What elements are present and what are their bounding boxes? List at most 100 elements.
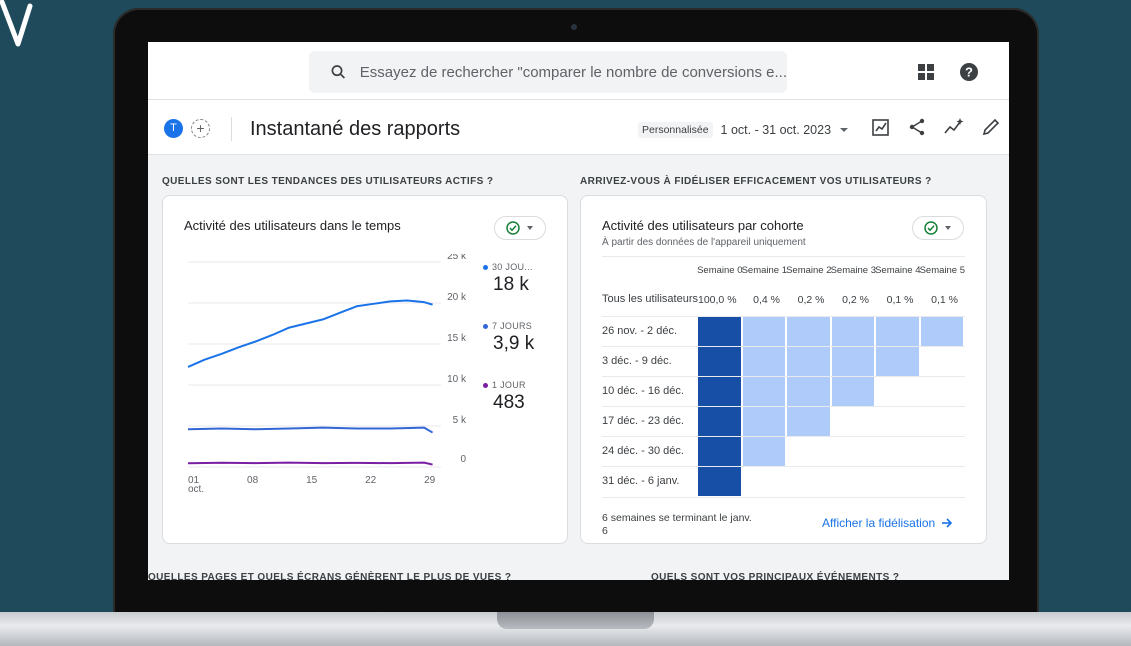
cohort-row-label: 31 déc. - 6 janv. [602,475,680,487]
legend-label: 1 JOUR [492,380,526,390]
cohort-cell[interactable] [787,407,830,436]
page-title: Instantané des rapports [250,118,461,140]
cohort-column-header: Semaine 5 [919,265,965,276]
apps-grid-icon[interactable] [917,63,935,81]
search-input[interactable]: Essayez de rechercher "comparer le nombr… [309,51,787,93]
legend-label: 30 JOU... [492,262,533,272]
customize-report-icon[interactable] [871,117,891,137]
section-title-pages: QUELLES PAGES ET QUELS ÉCRANS GÉNÈRENT L… [148,572,512,580]
help-icon[interactable]: ? [959,62,979,82]
laptop-camera [571,24,577,30]
cohort-row-label: 17 déc. - 23 déc. [602,415,684,427]
cohort-cell[interactable] [876,317,919,346]
legend-30-days: 30 JOU... 18 k [483,262,533,296]
x-tick-label: oct. [188,484,204,495]
decorative-stroke [0,0,33,47]
avatar[interactable]: T [164,119,183,138]
search-icon [331,65,345,79]
line-chart: 25 k20 k15 k10 k5 k001oct.08 15 22 29 [187,254,467,495]
cohort-cell[interactable] [787,317,830,346]
legend-dot [483,264,488,270]
caret-down-icon [527,226,533,230]
report-header: T + Instantané des rapports Personnalisé… [148,100,1009,155]
check-circle-icon [924,221,938,235]
cohort-cell[interactable] [831,317,874,346]
cohort-row-label: 10 déc. - 16 déc. [602,385,684,397]
x-tick-label: 29 [424,475,436,486]
cohort-total-value: 0,1 % [886,294,914,306]
section-title-retention: ARRIVEZ-VOUS À FIDÉLISER EFFICACEMENT VO… [580,176,932,187]
cohort-row-label: Tous les utilisateurs [602,293,698,305]
legend-value: 483 [493,392,525,413]
cohort-total-value: 0,2 % [842,294,869,306]
legend-7-days: 7 JOURS 3,9 k [483,321,534,355]
cohort-cell[interactable] [742,317,785,346]
cohort-cell[interactable] [742,377,785,406]
arrow-right-icon [942,518,953,528]
legend-label: 7 JOURS [492,321,533,331]
cohort-cell[interactable] [831,377,874,406]
status-dropdown[interactable] [494,216,546,240]
cohort-column-header: Semaine 1 [741,265,787,276]
row-divider [602,466,965,467]
cohort-cell[interactable] [698,407,741,436]
cohort-row-label: 26 nov. - 2 déc. [602,325,678,337]
row-divider [602,256,965,257]
cohort-cell[interactable] [698,377,741,406]
legend-dot [483,382,488,388]
cohort-cell[interactable] [698,467,741,496]
date-range-text: 1 oct. - 31 oct. 2023 [720,123,832,137]
cohort-cell[interactable] [698,317,741,346]
section-title-active-users: QUELLES SONT LES TENDANCES DES UTILISATE… [162,176,494,187]
analytics-screen: Essayez de rechercher "comparer le nombr… [148,42,1009,580]
cohort-card-title: Activité des utilisateurs par cohorte [602,218,804,233]
date-preset-badge: Personnalisée [638,122,713,138]
series-line [187,461,433,466]
cohort-cell[interactable] [831,347,874,376]
divider [231,117,232,141]
cohort-column-header: Semaine 3 [830,265,876,276]
cohort-cell[interactable] [742,407,785,436]
cohort-cell[interactable] [920,317,963,346]
y-tick-label: 10 k [447,374,467,385]
cohort-cell[interactable] [698,347,741,376]
cohort-cell[interactable] [742,347,785,376]
x-tick-label: 08 [247,475,259,486]
search-placeholder: Essayez de rechercher "comparer le nombr… [359,63,787,81]
cohort-total-value: 0,1 % [931,294,958,306]
y-tick-label: 25 k [447,254,467,262]
cohort-row-label: 24 déc. - 30 déc. [602,445,684,457]
cohort-card: Activité des utilisateurs par cohorte À … [580,195,987,544]
date-range-picker[interactable]: Personnalisée 1 oct. - 31 oct. 2023 [638,122,849,138]
chevron-down-icon [840,128,849,132]
cohort-cell[interactable] [876,347,919,376]
x-tick-label: 15 [306,475,318,486]
legend-1-day: 1 JOUR 483 [483,380,526,414]
cohort-total-value: 0,2 % [797,294,825,306]
legend-dot [483,323,488,329]
cohort-cell[interactable] [787,377,830,406]
edit-icon[interactable] [981,117,1001,137]
legend-value: 18 k [493,274,529,295]
view-retention-label: Afficher la fidélisation [822,516,936,530]
cohort-total-value: 100,0 % [698,294,737,306]
status-dropdown[interactable] [912,216,964,240]
cohort-total-value: 0,4 % [753,294,780,306]
series-line [187,299,433,368]
row-divider [602,497,965,498]
series-line [187,426,434,434]
cohort-card-subtitle: À partir des données de l'appareil uniqu… [602,237,806,248]
check-circle-icon [506,221,520,235]
y-tick-label: 15 k [447,333,467,344]
share-icon[interactable] [907,117,927,137]
activity-card: Activité des utilisateurs dans le temps … [162,195,568,544]
cohort-cell[interactable] [787,347,830,376]
cohort-column-header: Semaine 4 [875,265,921,276]
view-retention-link[interactable]: Afficher la fidélisation [822,516,953,530]
cohort-cell[interactable] [742,437,785,466]
add-comparison-button[interactable]: + [191,119,210,138]
cohort-footnote: 6 semaines se terminant le janv. 6 [602,512,752,537]
cohort-cell[interactable] [698,437,741,466]
cohort-column-header: Semaine 2 [786,265,832,276]
insights-icon[interactable] [943,117,965,137]
